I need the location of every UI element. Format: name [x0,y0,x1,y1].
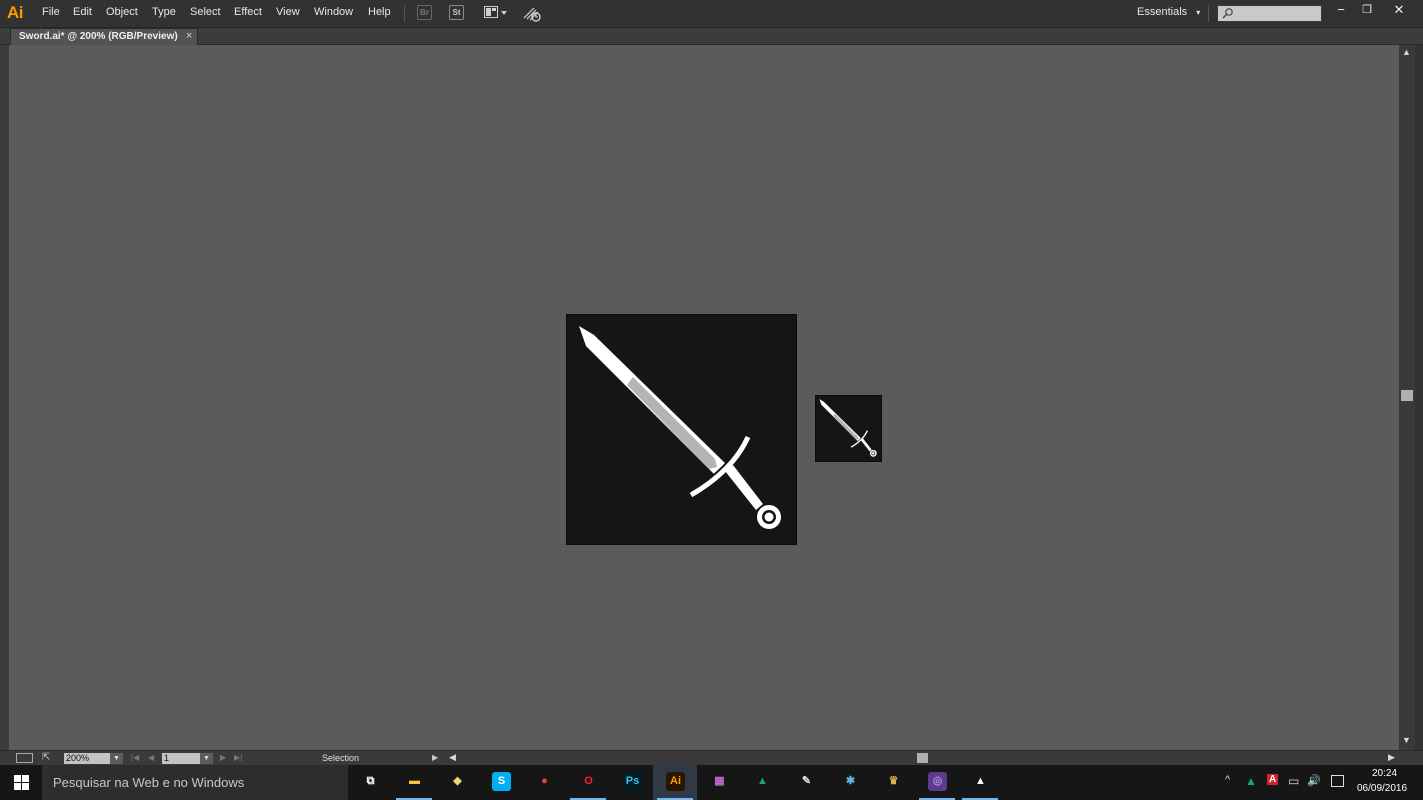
scroll-right-icon[interactable]: ▶ [1388,752,1395,763]
photoshop-icon: Ps [623,772,642,791]
right-panel-edge [1415,45,1423,750]
restore-button[interactable]: ❐ [1354,2,1380,18]
current-tool-status: Selection [322,753,360,763]
workspace-switcher[interactable]: Essentials ▾ [1137,6,1200,18]
network-icon[interactable]: ▭ [1288,774,1299,788]
scroll-left-icon[interactable]: ◀ [449,752,456,763]
game-app-icon: ▦ [714,775,725,787]
document-tab-bar [0,28,1423,45]
taskbar-network-app-button[interactable]: ✱ [828,765,872,800]
taskbar-file-explorer-button[interactable]: ▬ [392,765,436,800]
folder-sync-icon: ◆ [453,775,462,787]
taskbar-photos-app-button[interactable]: ▲ [958,765,1002,800]
windows-taskbar: Pesquisar na Web e no Windows ⧉ ▬ ◆ S ● O Ps Ai… [0,765,1423,800]
artboard-navigator-icon[interactable] [16,753,33,763]
arrange-documents-icon[interactable] [484,5,510,20]
menu-view[interactable]: View [276,6,300,18]
taskbar-chrome-button[interactable]: ● [522,765,566,800]
taskbar-skype-button[interactable]: S [479,765,523,800]
minimize-button[interactable]: − [1328,2,1354,18]
character-app-icon: ♛ [888,775,899,787]
windows-start-icon[interactable] [0,765,42,800]
taskbar-opera-button[interactable]: O [566,765,610,800]
artboard-number-input[interactable]: 1 [162,753,200,764]
sword-artwork[interactable] [567,315,796,544]
search-icon [1222,8,1233,19]
bridge-icon[interactable]: Br [417,5,432,20]
menu-bar: Ai File Edit Object Type Select Effect V… [0,0,1423,28]
document-tab-title: Sword.ai* @ 200% (RGB/Preview) [19,31,178,42]
menu-effect[interactable]: Effect [234,6,262,18]
tray-chevron-icon[interactable]: ^ [1225,774,1230,786]
scroll-down-icon[interactable]: ▼ [1402,735,1411,745]
tor-app-icon: ◎ [928,772,947,791]
tab-close-icon[interactable]: × [186,30,192,42]
opera-icon: O [584,775,593,787]
first-artboard-icon[interactable]: |◀ [131,753,139,762]
toolbar-divider [404,5,405,22]
taskbar-folder-sync-button[interactable]: ◆ [435,765,479,800]
chrome-icon: ● [541,775,548,787]
next-artboard-icon[interactable]: ▶ [220,753,226,762]
vertical-scrollbar[interactable]: ▲ ▼ [1399,45,1415,750]
toolbar-divider [1208,5,1209,22]
share-icon[interactable]: ⇱ [42,752,50,763]
network-app-icon: ✱ [845,775,856,787]
file-explorer-icon: ▬ [409,775,420,787]
horizontal-scrollbar[interactable]: ◀ ▶ [446,751,1399,765]
taskbar-game-app-button[interactable]: ▦ [697,765,741,800]
taskbar-search-box[interactable]: Pesquisar na Web e no Windows [42,765,348,800]
zoom-level-input[interactable]: 200% [64,753,110,764]
close-button[interactable]: ✕ [1386,2,1412,18]
menu-file[interactable]: File [42,6,60,18]
task-view-icon: ⧉ [366,775,375,787]
skype-icon: S [492,772,511,791]
google-drive-icon: ▲ [757,775,768,787]
document-tab[interactable]: Sword.ai* @ 200% (RGB/Preview) × [10,28,198,45]
taskbar-paint-app-button[interactable]: ✎ [784,765,828,800]
menu-select[interactable]: Select [190,6,221,18]
illustrator-icon: Ai [666,772,685,791]
menu-type[interactable]: Type [152,6,176,18]
previous-artboard-icon[interactable]: ◀ [148,753,154,762]
volume-icon[interactable]: 🔊 [1307,774,1321,787]
chevron-down-icon: ▾ [1196,8,1201,17]
menu-object[interactable]: Object [106,6,138,18]
vertical-scroll-thumb[interactable] [1401,390,1413,401]
sword-artwork-preview[interactable] [816,396,881,461]
taskbar-task-view-button[interactable]: ⧉ [348,765,392,800]
stock-icon[interactable]: St [449,5,464,20]
taskbar-tor-app-button[interactable]: ◎ [915,765,959,800]
sword-fuller [627,377,717,469]
artboard-small[interactable] [815,395,882,462]
gpu-performance-icon[interactable] [522,5,542,22]
paint-app-icon: ✎ [801,775,812,787]
workspace-label: Essentials [1137,6,1188,18]
taskbar-illustrator-button[interactable]: Ai [653,765,697,800]
notifications-icon[interactable] [1331,775,1344,787]
chevron-down-icon[interactable]: ▼ [200,753,213,764]
app-logo: Ai [7,3,24,22]
artboard-large[interactable] [566,314,797,545]
horizontal-scroll-thumb[interactable] [917,753,928,763]
photos-app-icon: ▲ [975,775,986,787]
sword-grip [725,465,763,510]
taskbar-photoshop-button[interactable]: Ps [610,765,654,800]
taskbar-google-drive-button[interactable]: ▲ [740,765,784,800]
clock-date[interactable]: 06/09/2016 [1357,783,1407,794]
acrobat-tray-icon[interactable]: A [1267,774,1279,785]
chevron-down-icon[interactable]: ▼ [110,753,123,764]
help-search-input[interactable] [1217,5,1322,22]
menu-edit[interactable]: Edit [73,6,92,18]
last-artboard-icon[interactable]: ▶| [234,753,242,762]
taskbar-character-app-button[interactable]: ♛ [871,765,915,800]
tools-panel-edge [0,45,9,750]
menu-help[interactable]: Help [368,6,391,18]
status-menu-icon[interactable]: ▶ [432,753,438,762]
taskbar-search-placeholder: Pesquisar na Web e no Windows [53,775,245,790]
clock-time[interactable]: 20:24 [1372,768,1397,779]
google-drive-tray-icon[interactable]: ▲ [1245,774,1257,788]
menu-window[interactable]: Window [314,6,353,18]
scroll-up-icon[interactable]: ▲ [1402,47,1411,57]
